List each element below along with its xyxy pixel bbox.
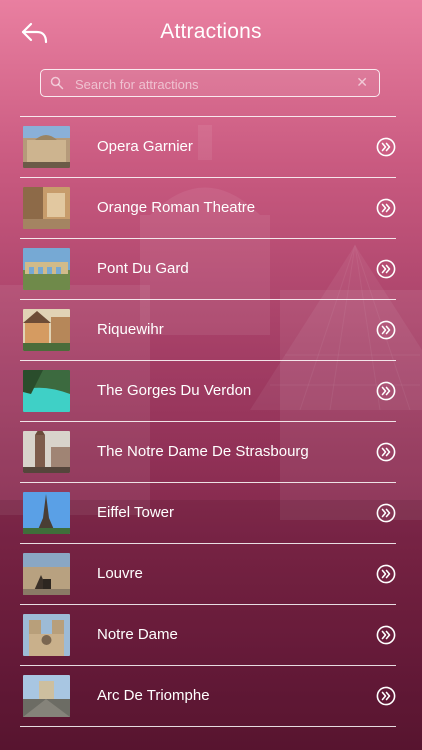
attraction-row[interactable]: Eiffel Tower bbox=[20, 482, 396, 543]
attraction-thumbnail bbox=[23, 553, 70, 595]
double-chevron-right-icon[interactable] bbox=[376, 381, 396, 401]
attraction-row[interactable]: Orange Roman Theatre bbox=[20, 177, 396, 238]
double-chevron-right-icon[interactable] bbox=[376, 137, 396, 157]
attraction-thumbnail bbox=[23, 675, 70, 717]
attraction-row[interactable]: Arc De Triomphe bbox=[20, 665, 396, 727]
search-icon bbox=[50, 76, 64, 90]
double-chevron-right-icon[interactable] bbox=[376, 442, 396, 462]
double-chevron-right-icon[interactable] bbox=[376, 503, 396, 523]
clear-icon[interactable]: ✕ bbox=[356, 74, 368, 91]
attraction-label: Orange Roman Theatre bbox=[97, 199, 256, 216]
attraction-row[interactable]: Louvre bbox=[20, 543, 396, 604]
double-chevron-right-icon[interactable] bbox=[376, 320, 396, 340]
attraction-row[interactable]: Notre Dame bbox=[20, 604, 396, 665]
search-input[interactable] bbox=[73, 73, 347, 95]
attraction-row[interactable]: Riquewihr bbox=[20, 299, 396, 360]
attractions-list: Opera Garnier Orange Roman Theatre Pont Du… bbox=[20, 116, 396, 727]
page-title: Attractions bbox=[160, 20, 262, 43]
attraction-row[interactable]: Opera Garnier bbox=[20, 116, 396, 177]
attraction-thumbnail bbox=[23, 187, 70, 229]
attraction-row[interactable]: The Notre Dame De Strasbourg bbox=[20, 421, 396, 482]
attraction-label: Louvre bbox=[97, 565, 143, 582]
header-bar: Attractions bbox=[0, 0, 422, 64]
attraction-label: Eiffel Tower bbox=[97, 504, 174, 521]
attraction-label: The Notre Dame De Strasbourg bbox=[97, 443, 309, 460]
attraction-label: The Gorges Du Verdon bbox=[97, 382, 252, 399]
attraction-thumbnail bbox=[23, 492, 70, 534]
attraction-label: Arc De Triomphe bbox=[97, 687, 210, 704]
attraction-thumbnail bbox=[23, 614, 70, 656]
attraction-thumbnail bbox=[23, 248, 70, 290]
attraction-thumbnail bbox=[23, 370, 70, 412]
attraction-label: Riquewihr bbox=[97, 321, 164, 338]
attraction-row[interactable]: The Gorges Du Verdon bbox=[20, 360, 396, 421]
attraction-label: Notre Dame bbox=[97, 626, 178, 643]
attraction-thumbnail bbox=[23, 309, 70, 351]
double-chevron-right-icon[interactable] bbox=[376, 625, 396, 645]
attraction-row[interactable]: Pont Du Gard bbox=[20, 238, 396, 299]
attraction-thumbnail bbox=[23, 431, 70, 473]
attraction-label: Pont Du Gard bbox=[97, 260, 189, 277]
search-field[interactable]: ✕ bbox=[40, 69, 380, 97]
attraction-label: Opera Garnier bbox=[97, 138, 193, 155]
attraction-thumbnail bbox=[23, 126, 70, 168]
double-chevron-right-icon[interactable] bbox=[376, 686, 396, 706]
double-chevron-right-icon[interactable] bbox=[376, 564, 396, 584]
double-chevron-right-icon[interactable] bbox=[376, 198, 396, 218]
double-chevron-right-icon[interactable] bbox=[376, 259, 396, 279]
